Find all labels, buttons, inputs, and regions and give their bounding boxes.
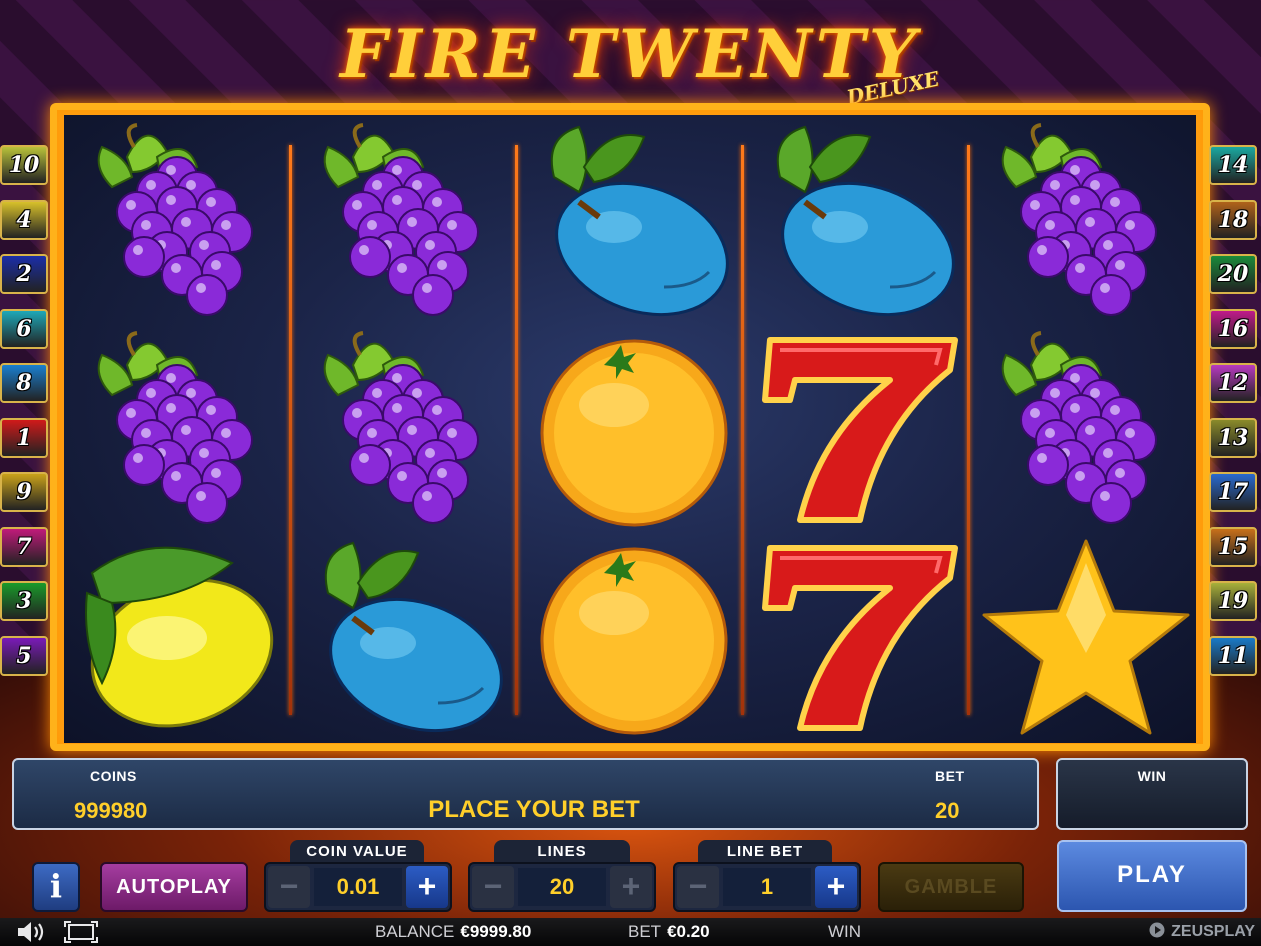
payline-indicator-20[interactable]: 20 bbox=[1209, 254, 1257, 294]
payline-indicator-14[interactable]: 14 bbox=[1209, 145, 1257, 185]
line-bet-label: LINE BET bbox=[698, 840, 832, 864]
status-win-label: WIN bbox=[828, 922, 862, 941]
symbol-orange-icon bbox=[524, 533, 744, 739]
payline-indicator-17[interactable]: 17 bbox=[1209, 472, 1257, 512]
payline-indicator-13[interactable]: 13 bbox=[1209, 417, 1257, 458]
sound-icon[interactable] bbox=[16, 921, 48, 946]
payline-indicator-4[interactable]: 4 bbox=[0, 199, 48, 240]
gamble-button[interactable]: GAMBLE bbox=[878, 862, 1024, 912]
status-message: PLACE YOUR BET bbox=[428, 796, 640, 823]
coin-value-label: COIN VALUE bbox=[290, 840, 424, 864]
payline-indicator-1[interactable]: 1 bbox=[0, 417, 48, 458]
symbol-grapes-icon bbox=[976, 117, 1196, 323]
autoplay-button[interactable]: AUTOPLAY bbox=[100, 862, 248, 912]
payline-indicator-18[interactable]: 18 bbox=[1209, 199, 1257, 240]
symbol-grapes-icon bbox=[298, 117, 518, 323]
symbol-grapes-icon bbox=[72, 325, 292, 531]
payline-indicator-12[interactable]: 12 bbox=[1209, 363, 1257, 403]
line-bet-stepper: − 1 + bbox=[673, 862, 861, 912]
lines-minus-button[interactable]: − bbox=[472, 866, 514, 908]
payline-indicator-8[interactable]: 8 bbox=[0, 363, 48, 403]
symbol-lemon-icon bbox=[72, 533, 292, 739]
line-bet-value: 1 bbox=[723, 868, 811, 906]
bet-value: 20 bbox=[935, 798, 960, 823]
line-bet-minus-button[interactable]: − bbox=[677, 866, 719, 908]
symbol-grapes-icon bbox=[298, 325, 518, 531]
payline-indicator-11[interactable]: 11 bbox=[1209, 635, 1257, 676]
payline-indicator-5[interactable]: 5 bbox=[0, 635, 48, 676]
symbol-orange-icon bbox=[524, 325, 744, 531]
balance-label: BALANCE bbox=[375, 922, 455, 941]
symbol-plum-icon bbox=[750, 117, 970, 323]
reels-area bbox=[64, 115, 1196, 743]
symbol-seven-icon bbox=[750, 533, 970, 739]
coin-value-value: 0.01 bbox=[314, 868, 402, 906]
payline-indicator-15[interactable]: 15 bbox=[1209, 526, 1257, 567]
payline-indicator-16[interactable]: 16 bbox=[1209, 308, 1257, 349]
total-bet-label: BET bbox=[628, 922, 662, 941]
payline-indicator-2[interactable]: 2 bbox=[0, 254, 48, 294]
balance-value: €9999.80 bbox=[460, 922, 532, 941]
fullscreen-icon[interactable] bbox=[64, 921, 98, 946]
symbol-plum-icon bbox=[298, 533, 518, 739]
brand-play-icon bbox=[1149, 922, 1165, 938]
lines-value: 20 bbox=[518, 868, 606, 906]
game-title: FIRE TWENTY DELUXE bbox=[310, 14, 950, 109]
total-bet-display: BET €0.20 bbox=[628, 922, 710, 942]
lines-label: LINES bbox=[494, 840, 630, 864]
coin-value-plus-button[interactable]: + bbox=[406, 866, 448, 908]
status-win-display: WIN bbox=[828, 922, 861, 942]
lines-stepper: − 20 + bbox=[468, 862, 656, 912]
coin-value-minus-button[interactable]: − bbox=[268, 866, 310, 908]
info-panel: COINS 999980 PLACE YOUR BET BET 20 bbox=[12, 758, 1039, 830]
coin-value-stepper: − 0.01 + bbox=[264, 862, 452, 912]
bet-label: BET bbox=[935, 768, 965, 784]
payline-indicator-6[interactable]: 6 bbox=[0, 308, 48, 349]
coins-label: COINS bbox=[90, 768, 137, 784]
symbol-star-icon bbox=[976, 533, 1196, 739]
payline-indicator-10[interactable]: 10 bbox=[0, 145, 48, 185]
coins-value: 999980 bbox=[74, 798, 148, 823]
status-bar: BALANCE €9999.80 BET €0.20 WIN ZEUSPLAY bbox=[0, 918, 1261, 946]
payline-indicator-9[interactable]: 9 bbox=[0, 472, 48, 512]
win-panel: WIN bbox=[1056, 758, 1248, 830]
line-bet-plus-button[interactable]: + bbox=[815, 866, 857, 908]
brand-name: ZEUSPLAY bbox=[1171, 923, 1255, 940]
lines-plus-button[interactable]: + bbox=[610, 866, 652, 908]
total-bet-value: €0.20 bbox=[667, 922, 710, 941]
payline-indicator-19[interactable]: 19 bbox=[1209, 581, 1257, 621]
balance-display: BALANCE €9999.80 bbox=[375, 922, 531, 942]
payline-indicator-7[interactable]: 7 bbox=[0, 526, 48, 567]
info-button[interactable]: i bbox=[32, 862, 80, 912]
play-button[interactable]: PLAY bbox=[1057, 840, 1247, 912]
symbol-grapes-icon bbox=[976, 325, 1196, 531]
payline-indicator-3[interactable]: 3 bbox=[0, 581, 48, 621]
brand-logo: ZEUSPLAY bbox=[1149, 922, 1255, 941]
win-label: WIN bbox=[1137, 768, 1167, 784]
symbol-plum-icon bbox=[524, 117, 744, 323]
symbol-grapes-icon bbox=[72, 117, 292, 323]
game-title-text: FIRE TWENTY bbox=[340, 15, 920, 93]
symbol-seven-icon bbox=[750, 325, 970, 531]
